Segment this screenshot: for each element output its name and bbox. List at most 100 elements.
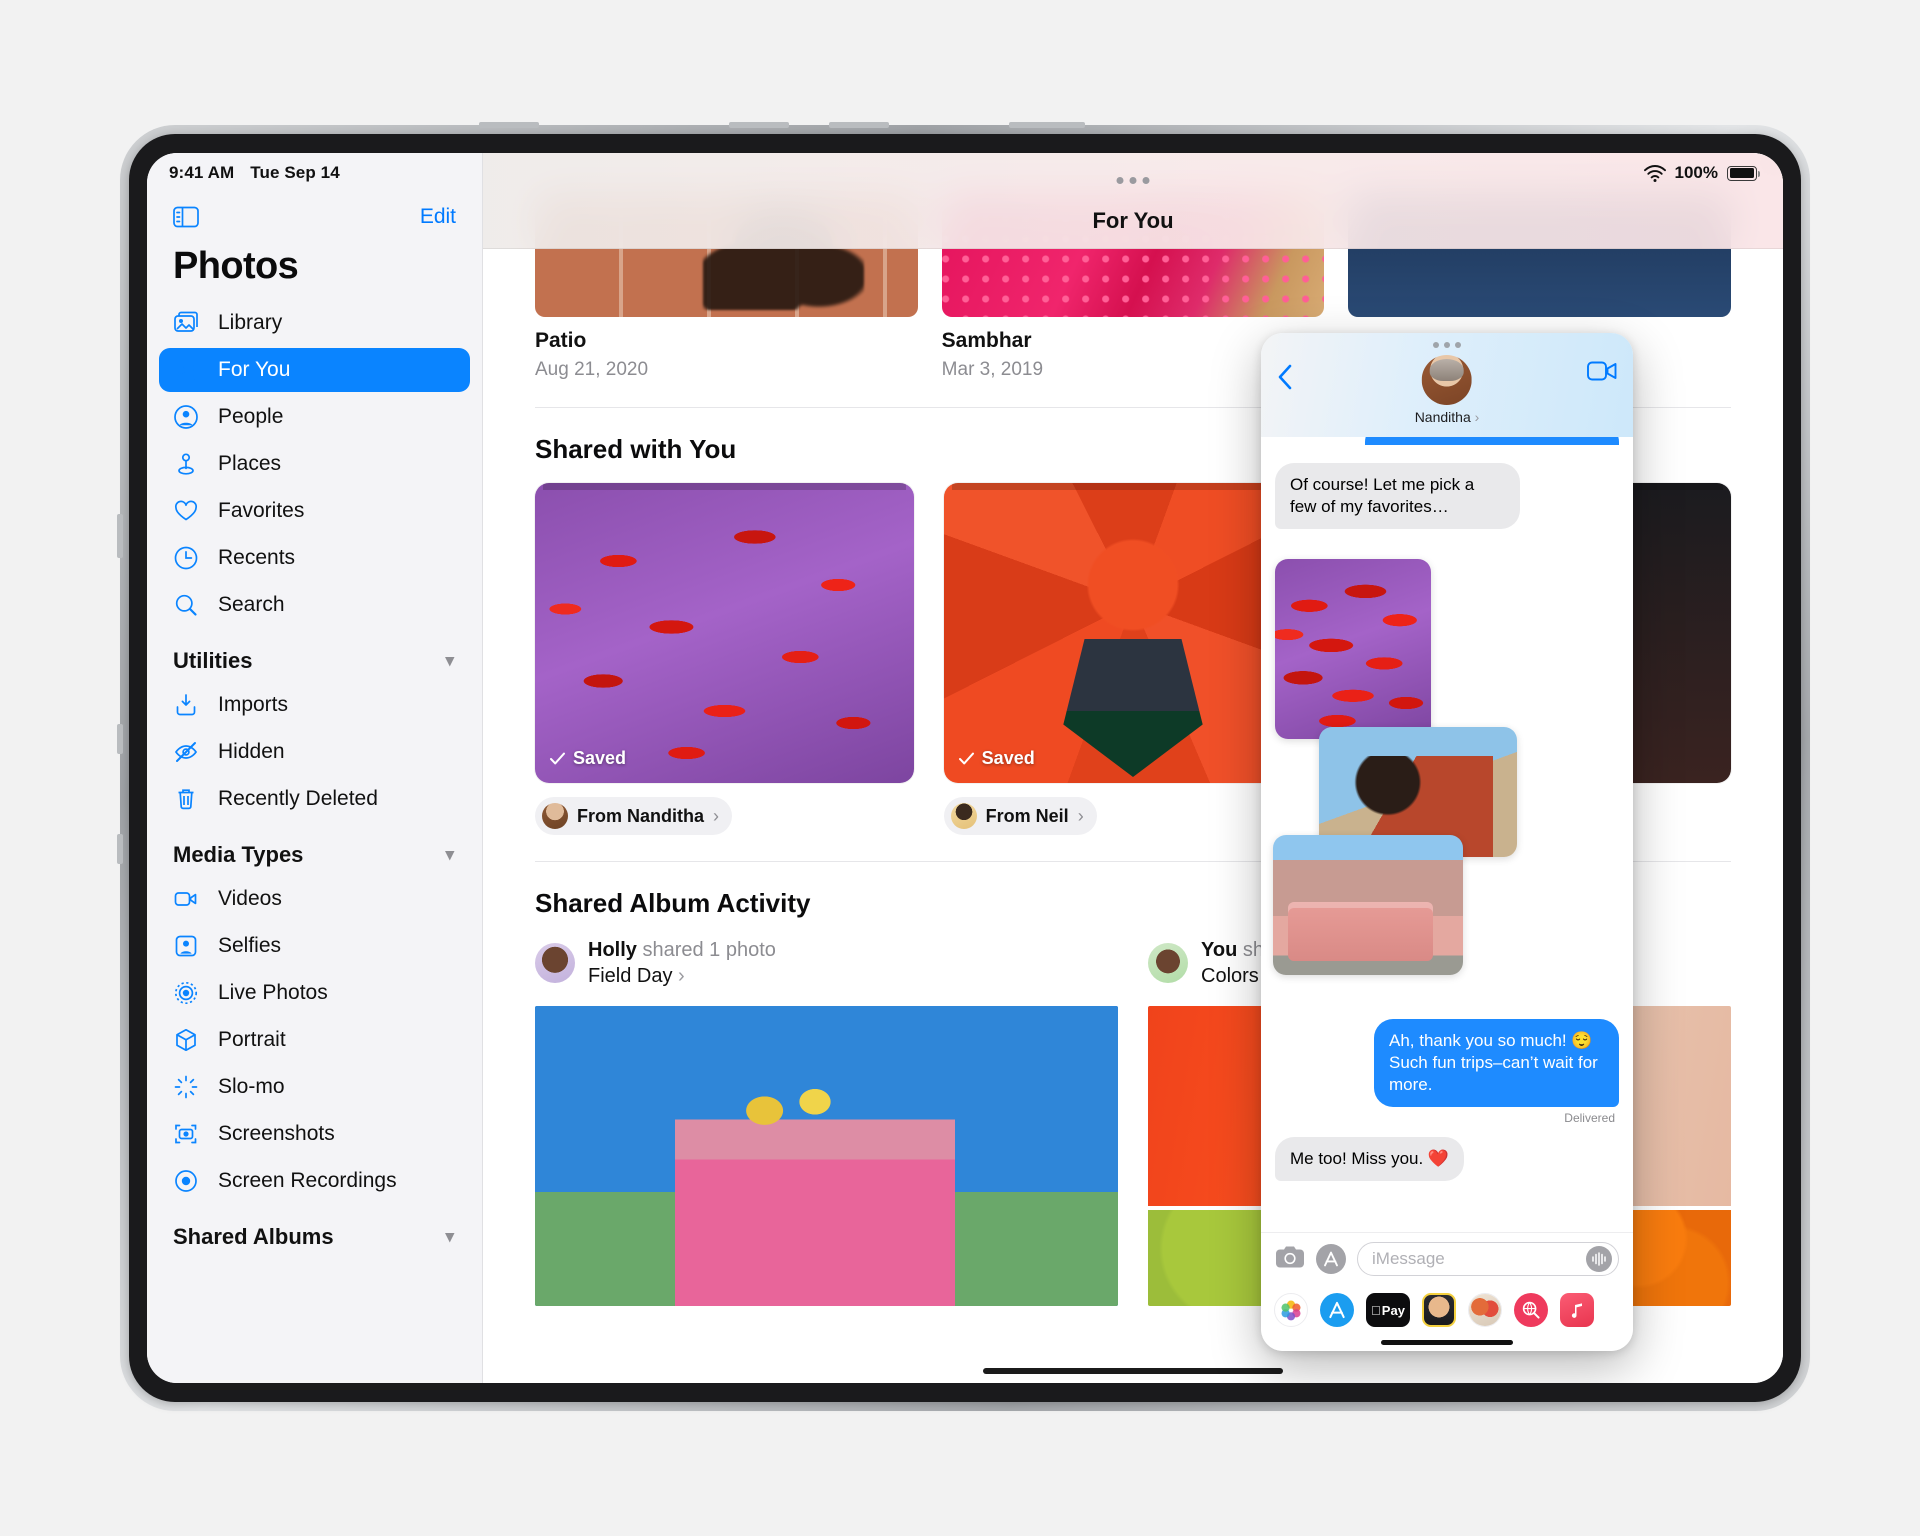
imessage-app-drawer[interactable]: Pay [1261,1285,1633,1333]
app-store-icon[interactable] [1320,1293,1354,1327]
sidebar-item-label: Places [218,452,282,475]
checkmark-icon [958,752,974,765]
music-app-icon[interactable] [1560,1293,1594,1327]
sidebar-item-videos[interactable]: Videos [159,877,470,921]
activity-album-name: Field Day [588,965,673,988]
chevron-down-icon[interactable]: ▾ [445,845,454,865]
sidebar-item-places[interactable]: Places [159,442,470,486]
sidebar-item-recently-deleted[interactable]: Recently Deleted [159,777,470,821]
volume-down-button[interactable] [829,122,889,128]
sidebar-item-imports[interactable]: Imports [159,683,470,727]
battery-icon [1727,165,1760,181]
sidebar-item-screen-recordings[interactable]: Screen Recordings [159,1159,470,1203]
sidebar-item-recents[interactable]: Recents [159,536,470,580]
sidebar-item-label: Hidden [218,740,285,763]
sidebar-group-utilities[interactable]: Utilities ▾ [147,630,482,680]
sidebar-item-live-photos[interactable]: Live Photos [159,971,470,1015]
back-button[interactable] [1277,363,1293,397]
photos-sidebar: 9:41 AM Tue Sep 14 Edit Photos Library F… [147,153,483,1383]
wifi-icon [1643,164,1666,182]
activity-album-line[interactable]: Field Day › [588,965,685,987]
activity-photo-grid[interactable] [535,1005,1118,1306]
chevron-right-icon: › [1470,409,1480,425]
photos-app-icon[interactable] [1274,1293,1308,1327]
camera-icon[interactable] [1275,1245,1305,1274]
power-button[interactable] [1009,122,1085,128]
stickers-app-icon[interactable] [1468,1293,1502,1327]
chevron-down-icon[interactable]: ▾ [445,651,454,671]
left-side-contact-2 [117,834,123,864]
sidebar-item-screenshots[interactable]: Screenshots [159,1112,470,1156]
sidebar-group-shared-albums[interactable]: Shared Albums ▾ [147,1206,482,1256]
chevron-right-icon: › [678,965,685,988]
import-tray-icon [173,692,199,718]
page-title: Photos [173,245,299,287]
multitasking-dots[interactable] [1116,177,1150,184]
activity-actor: Holly [588,939,637,961]
memoji-app-icon[interactable] [1422,1293,1456,1327]
photo-stack-icon [173,310,199,336]
message-photo-attachment[interactable] [1275,559,1431,739]
sidebar-item-label: Live Photos [218,981,328,1004]
home-indicator[interactable] [983,1368,1283,1374]
conversation-contact[interactable]: Nanditha › [1415,355,1480,425]
left-side-contact [117,724,123,754]
volume-button[interactable] [479,122,539,128]
message-bubble-outgoing[interactable]: Ah, thank you so much! 😌 Such fun trips–… [1374,1019,1619,1108]
sidebar-item-label: People [218,405,284,428]
sidebar-group-media-types[interactable]: Media Types ▾ [147,824,482,874]
shared-photo[interactable]: Saved [535,483,914,783]
sidebar-item-portrait[interactable]: Portrait [159,1018,470,1062]
from-sender-chip[interactable]: From Nanditha › [535,797,733,835]
volume-up-button[interactable] [729,122,789,128]
sidebar-toggle-icon[interactable] [173,206,199,228]
messages-slide-over-window[interactable]: Nanditha › Of course! Let me pick a few … [1261,333,1633,1351]
for-you-card-icon [173,357,199,383]
sidebar-group-label: Shared Albums [173,1224,334,1249]
activity-photo[interactable] [535,1005,1118,1306]
status-bar-left: 9:41 AM Tue Sep 14 [169,163,340,183]
sidebar-group-label: Utilities [173,648,253,673]
status-time: 9:41 AM [169,163,235,182]
apple-pay-icon[interactable]: Pay [1366,1293,1410,1327]
sidebar-item-selfies[interactable]: Selfies [159,924,470,968]
multitasking-dots[interactable] [1433,342,1461,348]
content-title: For You [1092,208,1174,233]
trash-icon [173,786,199,812]
sidebar-item-hidden[interactable]: Hidden [159,730,470,774]
messages-header: Nanditha › [1261,333,1633,437]
avatar [542,803,568,829]
message-bubble-incoming[interactable]: Of course! Let me pick a few of my favor… [1275,463,1520,530]
activity-entry[interactable]: Holly shared 1 photo Field Day › [535,937,1118,1306]
message-photo-attachment[interactable] [1273,835,1463,975]
sidebar-item-for-you[interactable]: For You [159,348,470,392]
from-sender-chip[interactable]: From Neil › [943,797,1097,835]
message-input-bar: iMessage [1261,1232,1633,1285]
from-sender-label: From Neil [985,805,1069,826]
sidebar-item-search[interactable]: Search [159,583,470,627]
from-sender-label: From Nanditha [577,805,705,826]
watermark [1893,1499,1902,1530]
activity-album-name: Colors [1201,965,1259,988]
facetime-button[interactable] [1587,361,1617,386]
image-search-icon[interactable] [1514,1293,1548,1327]
shared-with-you-card[interactable]: Saved From Nanditha › [535,483,914,835]
sidebar-item-slo-mo[interactable]: Slo-mo [159,1065,470,1109]
sidebar-item-favorites[interactable]: Favorites [159,489,470,533]
sidebar-item-library[interactable]: Library [159,301,470,345]
messages-conversation-body[interactable]: Of course! Let me pick a few of my favor… [1261,437,1633,1232]
sidebar-item-label: Videos [218,887,282,910]
search-icon [173,592,199,618]
screenshot-camera-icon [173,1121,199,1147]
edit-button[interactable]: Edit [420,205,456,229]
sidebar-item-people[interactable]: People [159,395,470,439]
avatar [1148,943,1188,984]
audio-waveform-icon[interactable] [1586,1246,1612,1272]
messages-home-indicator[interactable] [1261,1333,1633,1351]
app-store-icon[interactable] [1316,1244,1346,1274]
chevron-down-icon[interactable]: ▾ [445,1227,454,1247]
avatar [950,803,977,829]
imessage-input[interactable]: iMessage [1357,1242,1619,1276]
message-bubble-incoming[interactable]: Me too! Miss you. ❤️ [1275,1137,1465,1182]
sidebar-item-label: Recents [218,546,296,569]
